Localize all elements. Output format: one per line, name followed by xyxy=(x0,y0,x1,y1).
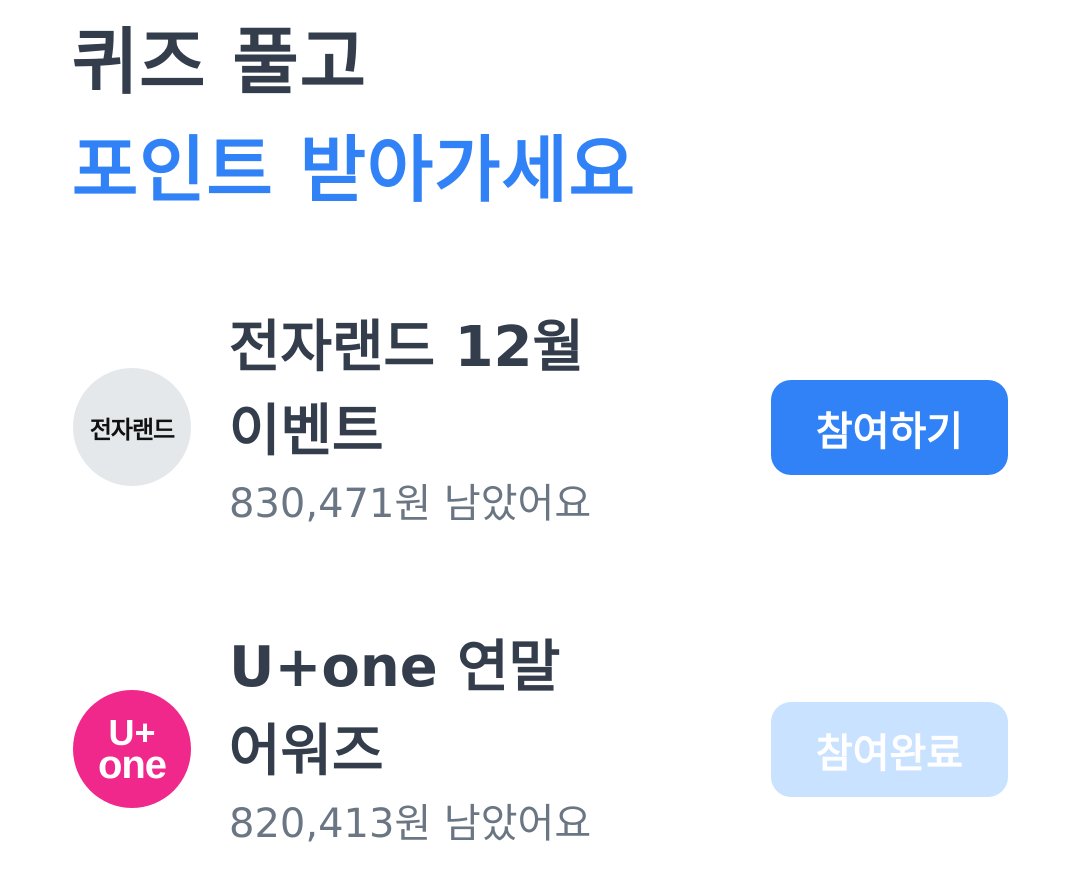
quiz-title-line2: 이벤트 xyxy=(229,399,384,464)
page-title: 퀴즈 풀고 xyxy=(72,20,368,104)
quiz-title-line1: 전자랜드 12월 xyxy=(229,315,585,380)
quiz-item-uplus-one[interactable]: U+ one U+one 연말 어워즈 820,413원 남았어요 참여완료 xyxy=(0,620,1080,880)
page-subtitle: 포인트 받아가세요 xyxy=(72,128,636,212)
uplus-logo-bottom-text: one xyxy=(97,743,167,787)
page-header: 퀴즈 풀고 포인트 받아가세요 xyxy=(72,14,636,218)
electroland-logo: 전자랜드 xyxy=(73,368,191,486)
quiz-title-line2: 어워즈 xyxy=(229,719,384,784)
participation-complete-button[interactable]: 참여완료 xyxy=(771,702,1008,797)
quiz-title-line1: U+one 연말 xyxy=(229,635,561,700)
quiz-item-info: 전자랜드 12월 이벤트 830,471원 남았어요 xyxy=(229,306,709,532)
participate-button[interactable]: 참여하기 xyxy=(771,380,1008,475)
uplus-one-logo: U+ one xyxy=(73,690,191,808)
quiz-item-electroland[interactable]: 전자랜드 전자랜드 12월 이벤트 830,471원 남았어요 참여하기 xyxy=(0,300,1080,560)
electroland-logo-text: 전자랜드 xyxy=(89,415,175,444)
quiz-item-info: U+one 연말 어워즈 820,413원 남았어요 xyxy=(229,626,709,852)
remaining-points: 830,471원 남았어요 xyxy=(229,481,592,527)
remaining-points: 820,413원 남았어요 xyxy=(229,801,592,847)
